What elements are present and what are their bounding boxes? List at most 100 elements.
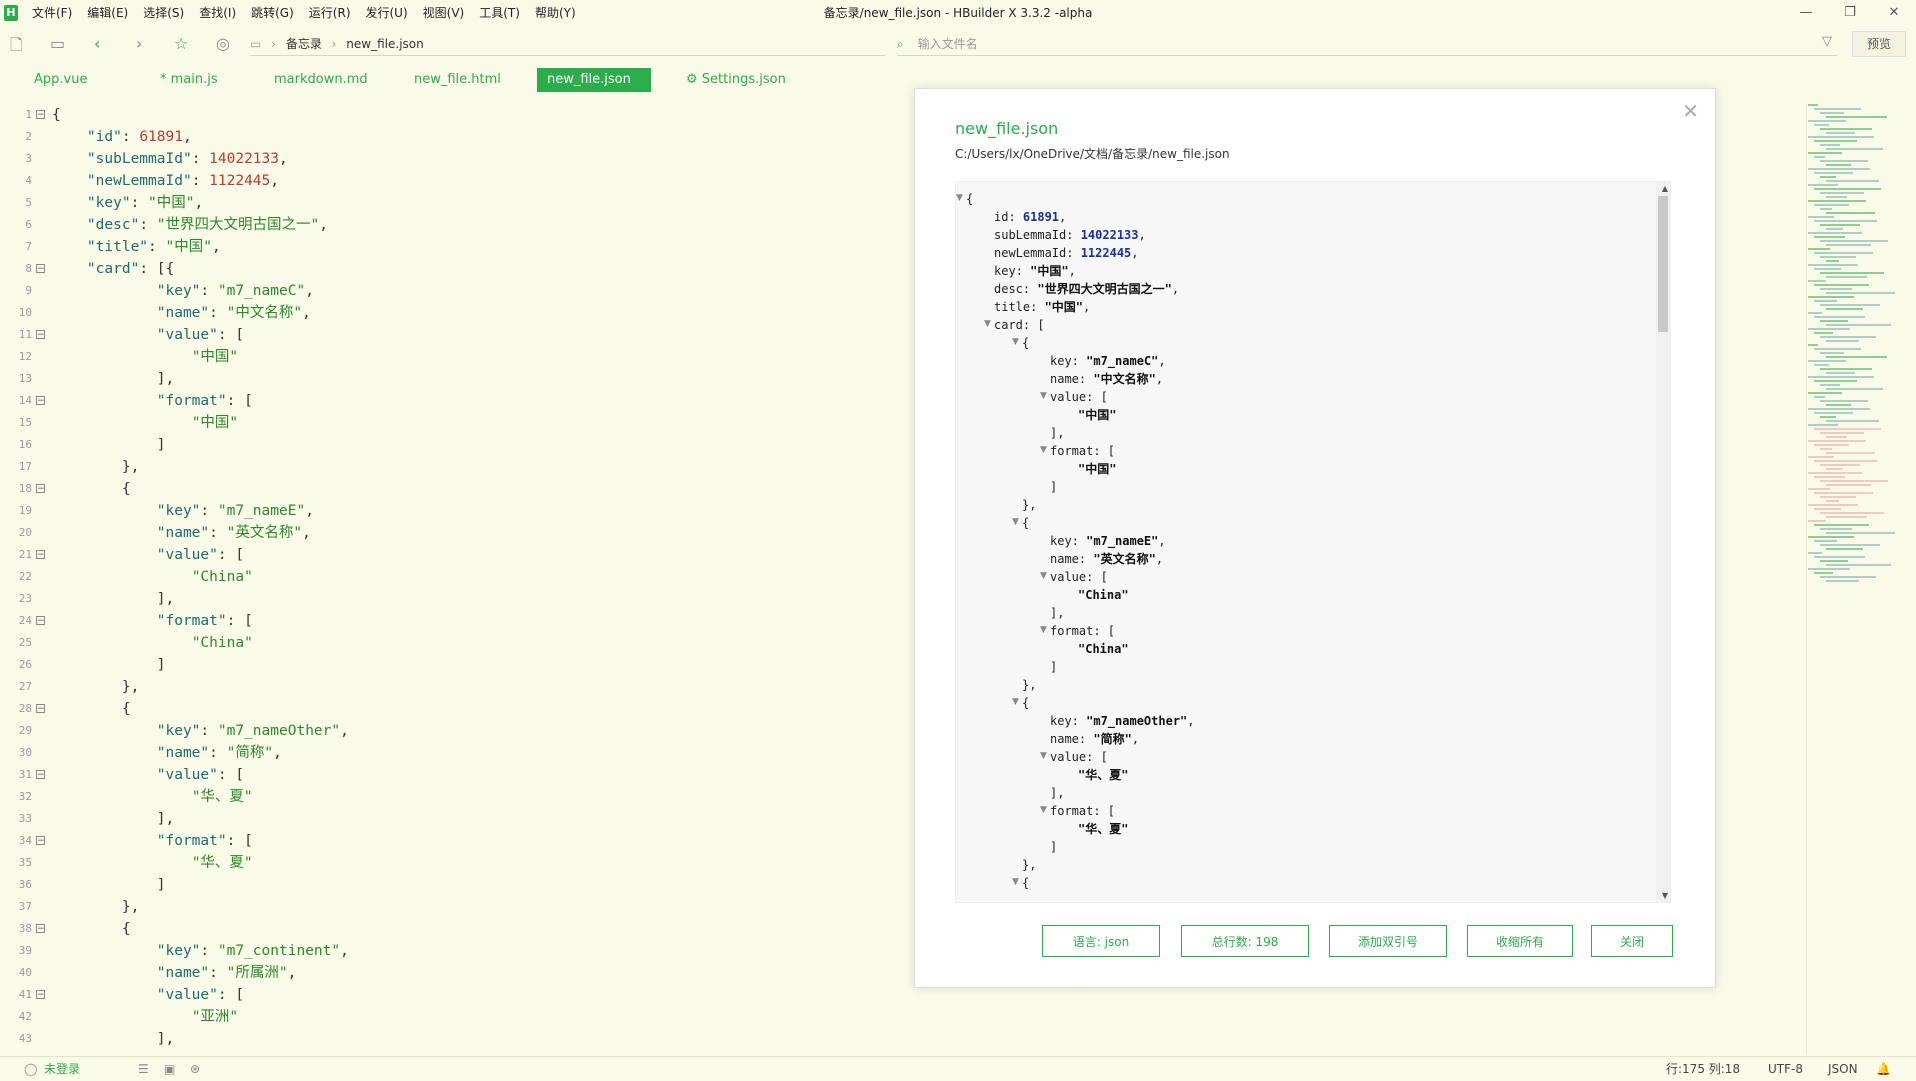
restore-icon[interactable]: ❐: [1828, 0, 1872, 26]
filter-icon[interactable]: ▽: [1822, 34, 1832, 49]
code-line[interactable]: 37 },: [0, 896, 900, 918]
code-line[interactable]: 34− "format": [: [0, 830, 900, 852]
code-line[interactable]: 6 "desc": "世界四大文明古国之一",: [0, 214, 900, 236]
tab-main-js[interactable]: * main.js: [150, 68, 228, 92]
code-line[interactable]: 27 },: [0, 676, 900, 698]
breadcrumb-file[interactable]: new_file.json: [346, 37, 423, 51]
encoding[interactable]: UTF-8: [1768, 1057, 1803, 1081]
code-line[interactable]: 24− "format": [: [0, 610, 900, 632]
scroll-thumb[interactable]: [1658, 196, 1668, 332]
code-line[interactable]: 43 ],: [0, 1028, 900, 1050]
save-icon[interactable]: ▭: [50, 34, 65, 53]
tab-markdown-md[interactable]: markdown.md: [264, 68, 378, 92]
code-line[interactable]: 7 "title": "中国",: [0, 236, 900, 258]
total-lines-button[interactable]: 总行数: 198: [1181, 925, 1309, 957]
code-line[interactable]: 22 "China": [0, 566, 900, 588]
expand-toggle-icon[interactable]: ▼: [1040, 445, 1047, 455]
code-line[interactable]: 17 },: [0, 456, 900, 478]
login-status[interactable]: 未登录: [44, 1057, 80, 1081]
code-line[interactable]: 3 "subLemmaId": 14022133,: [0, 148, 900, 170]
code-line[interactable]: 8− "card": [{: [0, 258, 900, 280]
close-button[interactable]: 关闭: [1591, 925, 1673, 957]
breadcrumb-folder[interactable]: 备忘录: [286, 37, 322, 51]
add-quotes-button[interactable]: 添加双引号: [1329, 925, 1447, 957]
code-line[interactable]: 33 ],: [0, 808, 900, 830]
code-line[interactable]: 13 ],: [0, 368, 900, 390]
fold-toggle-icon[interactable]: −: [36, 330, 45, 340]
language-button[interactable]: 语言: json: [1042, 925, 1160, 957]
fold-toggle-icon[interactable]: −: [36, 396, 45, 406]
run-icon[interactable]: ◎: [216, 34, 230, 53]
code-line[interactable]: 15 "中国": [0, 412, 900, 434]
console-icon[interactable]: ▣: [164, 1057, 175, 1081]
menu-edit[interactable]: 编辑(E): [87, 0, 128, 26]
json-tree-view[interactable]: ▲ ▼ ▼{id: 61891, subLemmaId: 14022133, new…: [955, 181, 1671, 903]
expand-toggle-icon[interactable]: ▼: [956, 193, 963, 203]
code-editor[interactable]: 1−{2 "id": 61891, 3 "subLemmaId": 1402213…: [0, 104, 900, 1054]
scroll-down-icon[interactable]: ▼: [1662, 891, 1668, 900]
fold-toggle-icon[interactable]: −: [36, 550, 45, 560]
fold-toggle-icon[interactable]: −: [36, 264, 45, 274]
language-mode[interactable]: JSON: [1828, 1057, 1858, 1081]
code-line[interactable]: 11− "value": [: [0, 324, 900, 346]
fold-toggle-icon[interactable]: −: [36, 704, 45, 714]
back-icon[interactable]: ‹: [94, 34, 100, 53]
expand-toggle-icon[interactable]: ▼: [1012, 697, 1019, 707]
code-line[interactable]: 41− "value": [: [0, 984, 900, 1006]
minimize-icon[interactable]: —: [1784, 0, 1828, 26]
outline-icon[interactable]: ☰: [138, 1057, 149, 1081]
forward-icon[interactable]: ›: [136, 34, 142, 53]
code-line[interactable]: 1−{: [0, 104, 900, 126]
expand-toggle-icon[interactable]: ▼: [1040, 625, 1047, 635]
tab-settings-json[interactable]: ⚙ Settings.json: [676, 68, 796, 92]
menu-find[interactable]: 查找(I): [199, 0, 236, 26]
menu-help[interactable]: 帮助(Y): [535, 0, 576, 26]
tab-app-vue[interactable]: App.vue: [24, 68, 97, 92]
expand-toggle-icon[interactable]: ▼: [1012, 877, 1019, 887]
code-line[interactable]: 4 "newLemmaId": 1122445,: [0, 170, 900, 192]
code-line[interactable]: 21− "value": [: [0, 544, 900, 566]
menu-file[interactable]: 文件(F): [32, 0, 72, 26]
dialog-close-icon[interactable]: ✕: [1682, 99, 1699, 123]
expand-toggle-icon[interactable]: ▼: [1012, 517, 1019, 527]
close-window-icon[interactable]: ✕: [1872, 0, 1916, 26]
scroll-up-icon[interactable]: ▲: [1662, 184, 1668, 193]
code-line[interactable]: 40 "name": "所属洲",: [0, 962, 900, 984]
code-line[interactable]: 9 "key": "m7_nameC",: [0, 280, 900, 302]
fold-toggle-icon[interactable]: −: [36, 924, 45, 934]
menu-view[interactable]: 视图(V): [423, 0, 465, 26]
fold-toggle-icon[interactable]: −: [36, 770, 45, 780]
plugin-icon[interactable]: ⊛: [190, 1057, 200, 1081]
expand-toggle-icon[interactable]: ▼: [984, 319, 991, 329]
user-icon[interactable]: ◯: [24, 1057, 37, 1081]
code-line[interactable]: 18− {: [0, 478, 900, 500]
code-line[interactable]: 25 "China": [0, 632, 900, 654]
notification-bell-icon[interactable]: 🔔: [1876, 1057, 1891, 1081]
fold-toggle-icon[interactable]: −: [36, 836, 45, 846]
code-line[interactable]: 5 "key": "中国",: [0, 192, 900, 214]
code-line[interactable]: 38− {: [0, 918, 900, 940]
expand-toggle-icon[interactable]: ▼: [1040, 805, 1047, 815]
fold-toggle-icon[interactable]: −: [36, 484, 45, 494]
menu-run[interactable]: 运行(R): [309, 0, 351, 26]
code-line[interactable]: 32 "华、夏": [0, 786, 900, 808]
code-line[interactable]: 10 "name": "中文名称",: [0, 302, 900, 324]
code-line[interactable]: 23 ],: [0, 588, 900, 610]
expand-toggle-icon[interactable]: ▼: [1040, 391, 1047, 401]
expand-toggle-icon[interactable]: ▼: [1040, 751, 1047, 761]
file-search-input[interactable]: ⌕ 输入文件名: [897, 33, 1837, 56]
bookmark-star-icon[interactable]: ☆: [174, 34, 188, 53]
fold-toggle-icon[interactable]: −: [36, 990, 45, 1000]
code-line[interactable]: 35 "华、夏": [0, 852, 900, 874]
tree-scrollbar[interactable]: ▲ ▼: [1656, 182, 1670, 902]
code-line[interactable]: 2 "id": 61891,: [0, 126, 900, 148]
menu-select[interactable]: 选择(S): [143, 0, 184, 26]
code-line[interactable]: 42 "亚洲": [0, 1006, 900, 1028]
code-line[interactable]: 30 "name": "简称",: [0, 742, 900, 764]
collapse-all-button[interactable]: 收缩所有: [1467, 925, 1573, 957]
expand-toggle-icon[interactable]: ▼: [1040, 571, 1047, 581]
cursor-position[interactable]: 行:175 列:18: [1666, 1057, 1740, 1081]
menu-tools[interactable]: 工具(T): [479, 0, 520, 26]
new-file-icon[interactable]: 🗋: [10, 34, 23, 61]
tab-new-file-html[interactable]: new_file.html: [404, 68, 511, 92]
